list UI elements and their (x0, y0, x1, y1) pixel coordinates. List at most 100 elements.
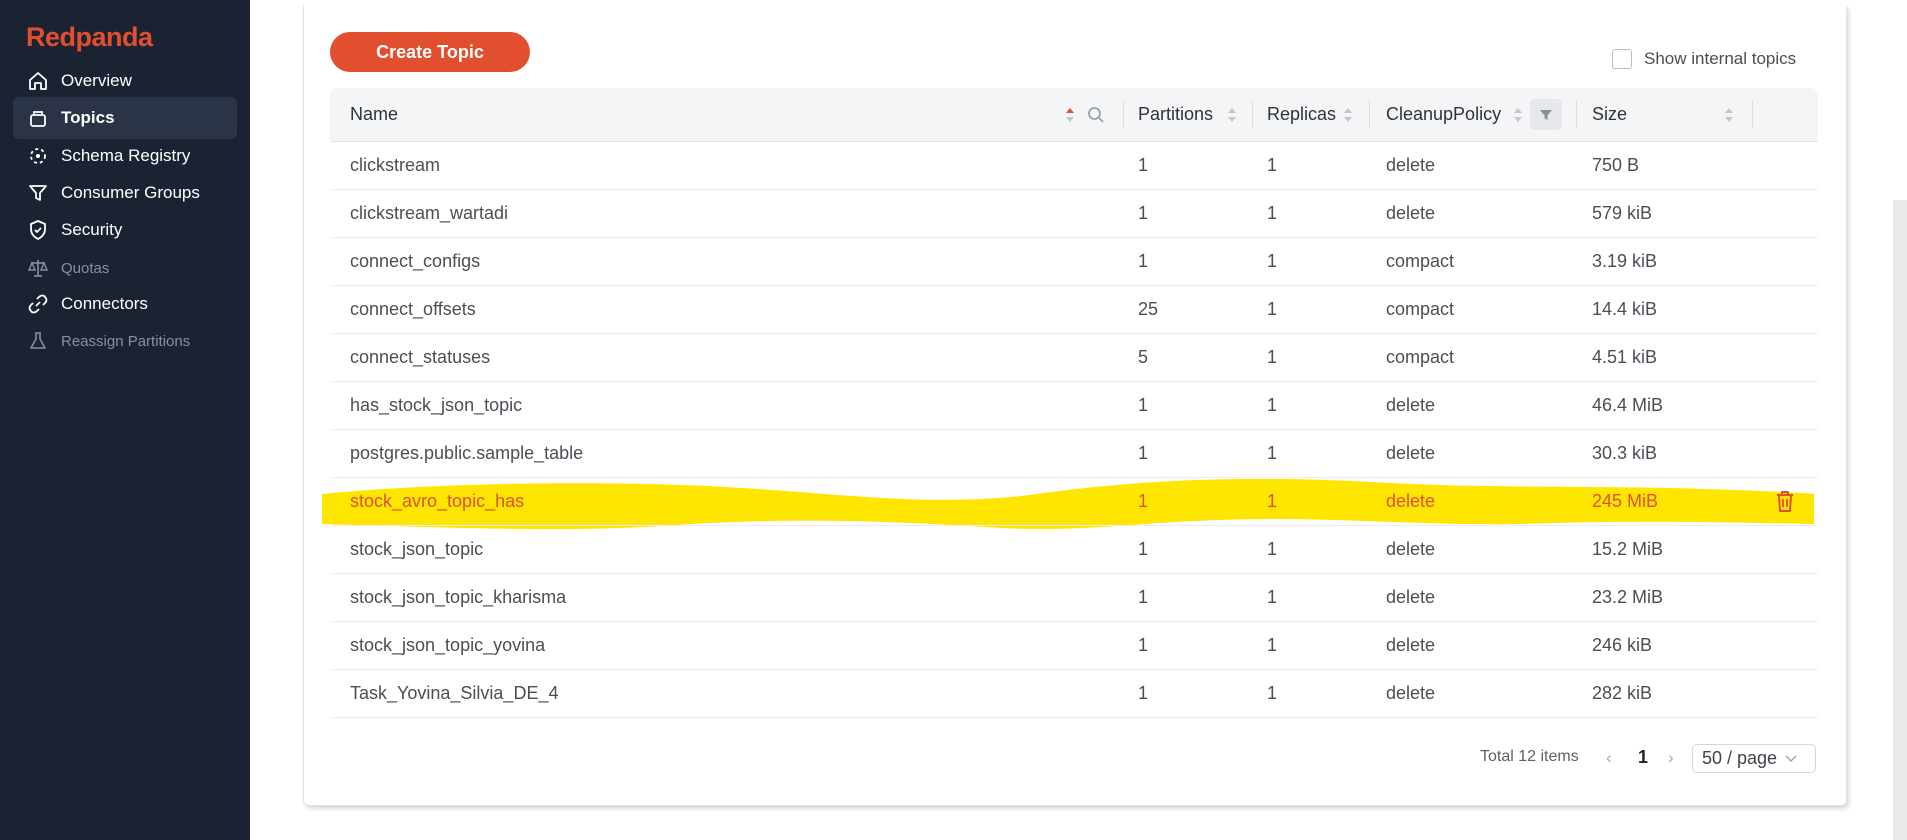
sidebar-item-label: Connectors (61, 294, 148, 313)
column-divider (1752, 100, 1753, 129)
cell-size: 46.4 MiB (1592, 394, 1664, 415)
pagination-total: Total 12 items (1480, 748, 1579, 765)
cell-cleanup-policy: compact (1386, 250, 1455, 271)
filter-icon (1540, 109, 1552, 120)
cell-partitions: 1 (1138, 202, 1149, 223)
table-row[interactable]: clickstream_wartadi 1 1 delete 579 kiB (330, 189, 1818, 238)
cell-partitions: 1 (1138, 442, 1149, 463)
cell-size: 15.2 MiB (1592, 538, 1664, 559)
sidebar-item-label: Quotas (61, 259, 110, 277)
cell-partitions: 5 (1138, 346, 1149, 367)
cell-partitions: 1 (1138, 538, 1149, 559)
page-scrollbar[interactable] (1893, 200, 1907, 840)
table-row[interactable]: has_stock_json_topic 1 1 delete 46.4 MiB (330, 381, 1818, 430)
home-icon (26, 69, 50, 93)
column-divider (1123, 100, 1124, 129)
table-row[interactable]: connect_statuses 5 1 compact 4.51 kiB (330, 333, 1818, 382)
sidebar: Redpanda Overview Topics Schema Registry Co… (0, 0, 250, 840)
column-divider (1576, 100, 1577, 129)
table-row[interactable]: postgres.public.sample_table 1 1 delete 30.3… (330, 429, 1818, 478)
scale-icon (26, 256, 50, 280)
table-row[interactable]: stock_json_topic 1 1 delete 15.2 MiB (330, 525, 1818, 574)
cell-replicas: 1 (1267, 346, 1278, 367)
column-header-name[interactable]: Name (350, 88, 398, 141)
cell-size: 246 kiB (1592, 634, 1653, 655)
filter-button[interactable] (1530, 99, 1562, 130)
cell-name: has_stock_json_topic (350, 394, 523, 415)
cell-size: 14.4 kiB (1592, 298, 1658, 319)
sidebar-item-connectors[interactable]: Connectors (13, 283, 237, 325)
column-divider (1252, 100, 1253, 129)
cell-size: 4.51 kiB (1592, 346, 1658, 367)
page-size-select[interactable]: 50 / page (1692, 744, 1816, 773)
cell-replicas: 1 (1267, 298, 1278, 319)
redpanda-logo[interactable]: Redpanda (26, 22, 153, 53)
cell-replicas: 1 (1267, 442, 1278, 463)
delete-topic-icon[interactable] (1774, 489, 1796, 513)
sidebar-item-consumer-groups[interactable]: Consumer Groups (13, 172, 237, 214)
cell-replicas: 1 (1267, 586, 1278, 607)
cell-size: 23.2 MiB (1592, 586, 1664, 607)
sort-icon[interactable] (1724, 106, 1734, 124)
table-row[interactable]: stock_avro_topic_has 1 1 delete 245 MiB (330, 477, 1818, 526)
page-size-value: 50 / page (1702, 748, 1778, 768)
sidebar-item-schema-registry[interactable]: Schema Registry (13, 135, 237, 177)
table-row[interactable]: Task_Yovina_Silvia_DE_4 1 1 delete 282 kiB (330, 669, 1818, 718)
sidebar-item-overview[interactable]: Overview (13, 60, 237, 102)
column-header-partitions[interactable]: Partitions (1138, 88, 1213, 141)
shield-icon (26, 218, 50, 242)
cell-cleanup-policy: delete (1386, 538, 1436, 559)
cell-replicas: 1 (1267, 634, 1278, 655)
sidebar-item-topics[interactable]: Topics (13, 97, 237, 139)
sidebar-item-security[interactable]: Security (13, 209, 237, 251)
table-row[interactable]: stock_json_topic_kharisma 1 1 delete 23.2 Mi… (330, 573, 1818, 622)
cell-name: stock_json_topic (350, 538, 484, 559)
cell-size: 282 kiB (1592, 682, 1653, 703)
prev-page-icon[interactable]: ‹ (1606, 748, 1612, 768)
sort-icon[interactable] (1065, 106, 1075, 124)
cell-cleanup-policy: delete (1386, 394, 1436, 415)
sidebar-item-reassign-partitions[interactable]: Reassign Partitions (13, 320, 237, 362)
cell-name: clickstream (350, 154, 441, 175)
column-header-cleanup-policy[interactable]: CleanupPolicy (1386, 88, 1501, 141)
box-icon (26, 106, 50, 130)
cell-cleanup-policy: delete (1386, 586, 1436, 607)
sort-icon[interactable] (1343, 106, 1353, 124)
cell-size: 579 kiB (1592, 202, 1653, 223)
sort-icon[interactable] (1227, 106, 1237, 124)
cell-name: connect_statuses (350, 346, 491, 367)
cell-name: connect_offsets (350, 298, 476, 319)
column-header-size[interactable]: Size (1592, 88, 1627, 141)
page-number[interactable]: 1 (1638, 747, 1648, 768)
cell-partitions: 1 (1138, 490, 1149, 511)
cell-partitions: 1 (1138, 682, 1149, 703)
table-row[interactable]: connect_offsets 25 1 compact 14.4 kiB (330, 285, 1818, 334)
table-row[interactable]: connect_configs 1 1 compact 3.19 kiB (330, 237, 1818, 286)
column-header-replicas[interactable]: Replicas (1267, 88, 1336, 141)
cell-cleanup-policy: delete (1386, 682, 1436, 703)
cell-name: postgres.public.sample_table (350, 442, 584, 463)
sidebar-item-label: Topics (61, 108, 115, 127)
cell-cleanup-policy: compact (1386, 298, 1455, 319)
cell-name: stock_json_topic_kharisma (350, 586, 567, 607)
next-page-icon[interactable]: › (1668, 748, 1674, 768)
link-icon (26, 292, 50, 316)
search-icon[interactable] (1087, 106, 1105, 124)
cell-replicas: 1 (1267, 538, 1278, 559)
sidebar-item-label: Reassign Partitions (61, 332, 191, 350)
cell-name: stock_json_topic_yovina (350, 634, 546, 655)
cell-replicas: 1 (1267, 250, 1278, 271)
cell-size: 245 MiB (1592, 490, 1659, 511)
show-internal-checkbox[interactable] (1612, 49, 1632, 69)
cell-cleanup-policy: delete (1386, 634, 1436, 655)
table-row[interactable]: stock_json_topic_yovina 1 1 delete 246 kiB (330, 621, 1818, 670)
cell-name: clickstream_wartadi (350, 202, 509, 223)
create-topic-button[interactable]: Create Topic (330, 32, 530, 72)
column-divider (1369, 100, 1370, 129)
cell-cleanup-policy: delete (1386, 442, 1436, 463)
table-row[interactable]: clickstream 1 1 delete 750 B (330, 141, 1818, 190)
sort-icon[interactable] (1513, 106, 1523, 124)
cell-name: connect_configs (350, 250, 481, 271)
show-internal-topics-toggle[interactable]: Show internal topics (1612, 49, 1796, 69)
cell-cleanup-policy: delete (1386, 154, 1436, 175)
